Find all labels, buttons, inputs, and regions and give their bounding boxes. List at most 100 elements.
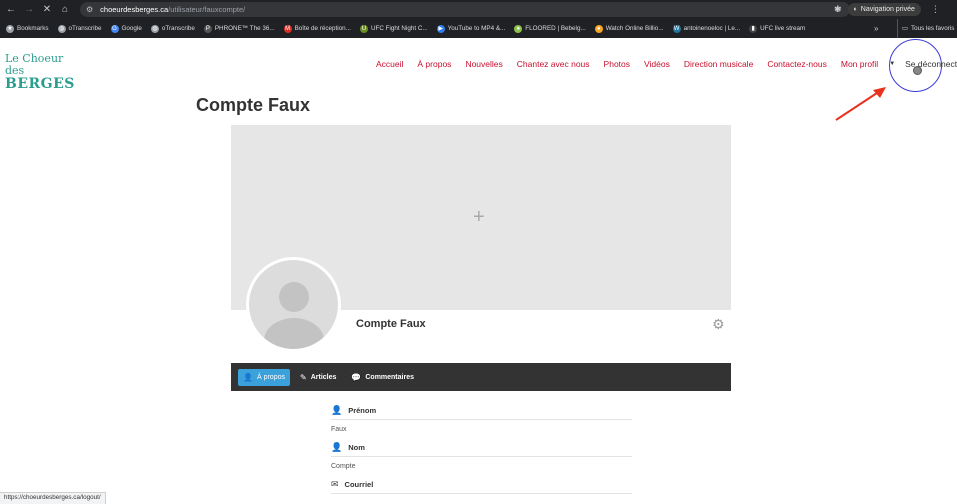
watch-icon: ●	[594, 24, 603, 33]
bookmark-item[interactable]: ▮ UFC live stream	[749, 24, 806, 33]
profile-tabs: 👤 À propos ✎ Articles 💬 Commentaires	[231, 363, 731, 391]
field-value: Compte	[331, 463, 356, 470]
add-cover-icon[interactable]: +	[473, 207, 485, 227]
nav-accueil[interactable]: Accueil	[376, 59, 403, 69]
page-title: Compte Faux	[196, 95, 311, 115]
phrone-icon: P	[203, 24, 212, 33]
bookmarks-list: ★ Bookmarks ◍ oTranscribe G Google ◍ oTranscrib…	[6, 24, 814, 33]
tab-label: Articles	[310, 373, 337, 381]
bookmark-item[interactable]: Wantoinenoeloc | Le...	[672, 24, 741, 33]
tab-a-propos[interactable]: 👤 À propos	[238, 368, 290, 386]
comment-icon: 💬	[351, 372, 362, 382]
bookmark-label: UFC live stream	[760, 25, 806, 32]
nav-videos[interactable]: Vidéos	[644, 59, 670, 69]
bookmark-item[interactable]: ★ Bookmarks	[6, 24, 49, 33]
bookmark-item[interactable]: ▶ YouTube to MP4 &...	[436, 24, 505, 33]
bookmark-label: FLOORED | Bebelg...	[525, 25, 586, 32]
address-row: ← → ✕ ⌂ ⚙ choeurdesberges.ca/utilisateur…	[0, 0, 957, 19]
logo-line1: Le Choeur des	[5, 52, 64, 77]
home-icon[interactable]: ⌂	[56, 0, 74, 19]
bookmark-label: Watch Online Billio...	[605, 25, 664, 32]
blog-icon: W	[672, 24, 681, 33]
youtube-icon: ▶	[436, 24, 445, 33]
field-label: Courriel	[344, 480, 374, 489]
nav-a-propos[interactable]: À propos	[417, 59, 451, 69]
bookmark-label: antoinenoeloc | Le...	[683, 25, 741, 32]
star-icon: ★	[6, 24, 14, 33]
bookmark-item[interactable]: ● Watch Online Billio...	[594, 24, 664, 33]
private-mode-badge[interactable]: ◐ Navigation privée	[847, 3, 921, 16]
field-prenom: 👤 Prénom Faux	[331, 400, 632, 437]
toolbar-right: ✱ ◐ Navigation privée ⋮	[834, 0, 940, 19]
site-logo[interactable]: Le Choeur des BERGES	[5, 52, 74, 92]
site-settings-icon[interactable]: ⚙	[86, 5, 93, 14]
globe-icon: ◍	[150, 24, 159, 33]
all-bookmarks-label: Tous les favoris	[910, 25, 955, 32]
tab-articles[interactable]: ✎ Articles	[295, 369, 341, 386]
nav-nouvelles[interactable]: Nouvelles	[465, 59, 502, 69]
bookmark-item[interactable]: P PHRONE™ The 36...	[203, 24, 275, 33]
field-label: Nom	[348, 443, 365, 452]
profile-name: Compte Faux	[356, 318, 426, 330]
tab-label: Commentaires	[365, 373, 414, 381]
bookmark-label: Bookmarks	[17, 25, 49, 32]
tab-label: À propos	[256, 373, 285, 381]
bookmark-item[interactable]: M Boîte de réception...	[283, 24, 351, 33]
status-bar-url: https://choeurdesberges.ca/logout/	[0, 492, 106, 504]
avatar[interactable]	[246, 257, 341, 352]
stop-loading-icon[interactable]: ✕	[38, 0, 56, 19]
envelope-icon: ✉	[331, 479, 339, 489]
nav-mon-profil[interactable]: Mon profil	[841, 59, 878, 69]
menu-icon[interactable]: ⋮	[931, 4, 940, 15]
url-path: /utilisateur/fauxcompte/	[168, 5, 246, 14]
ufc-icon: U	[359, 24, 368, 33]
gear-icon[interactable]: ⚙	[712, 317, 725, 331]
nav-chantez-avec-nous[interactable]: Chantez avec nous	[517, 59, 590, 69]
incognito-icon: ◐	[853, 6, 858, 13]
bookmarks-overflow-icon[interactable]: »	[874, 19, 878, 38]
profile-fields: 👤 Prénom Faux 👤 Nom Compte ✉ Courriel	[331, 400, 632, 504]
field-value: Faux	[331, 426, 347, 433]
user-icon: 👤	[331, 405, 343, 415]
address-bar[interactable]: ⚙ choeurdesberges.ca/utilisateur/fauxcom…	[80, 2, 850, 17]
nav-contactez-nous[interactable]: Contactez-nous	[767, 59, 827, 69]
bookmark-item[interactable]: G Google	[110, 24, 142, 33]
default-avatar-icon	[249, 260, 338, 349]
bookmark-item[interactable]: ◍ oTranscribe	[150, 24, 195, 33]
url-host: choeurdesberges.ca	[100, 5, 169, 14]
bookmark-item[interactable]: U UFC Fight Night C...	[359, 24, 428, 33]
bookmark-label: Boîte de réception...	[294, 25, 351, 32]
nav-photos[interactable]: Photos	[604, 59, 630, 69]
forward-icon[interactable]: →	[20, 0, 38, 19]
pencil-icon: ✎	[300, 372, 307, 382]
tab-commentaires[interactable]: 💬 Commentaires	[346, 369, 419, 386]
nav-direction-musicale[interactable]: Direction musicale	[684, 59, 753, 69]
gmail-icon: M	[283, 24, 292, 33]
bookmark-item[interactable]: ◍ oTranscribe	[57, 24, 102, 33]
main-nav: Accueil À propos Nouvelles Chantez avec …	[376, 58, 957, 70]
user-icon: 👤	[243, 372, 253, 382]
annotation-arrow	[835, 87, 886, 121]
bookmark-label: oTranscribe	[161, 25, 195, 32]
back-icon[interactable]: ←	[2, 0, 20, 19]
browser-chrome: ← → ✕ ⌂ ⚙ choeurdesberges.ca/utilisateur…	[0, 0, 957, 38]
extensions-icon[interactable]: ✱	[834, 4, 842, 15]
bookmarks-bar: ★ Bookmarks ◍ oTranscribe G Google ◍ oTranscrib…	[0, 19, 957, 38]
bookmark-label: Google	[121, 25, 142, 32]
url-text: choeurdesberges.ca/utilisateur/fauxcompt…	[100, 5, 245, 14]
bookmark-label: UFC Fight Night C...	[370, 25, 428, 32]
folder-icon: ▭	[902, 25, 908, 32]
mouse-cursor	[913, 66, 922, 75]
field-courriel: ✉ Courriel	[331, 474, 632, 504]
stream-icon: ▮	[749, 24, 758, 33]
globe-icon: ◍	[57, 24, 66, 33]
field-nom: 👤 Nom Compte	[331, 437, 632, 474]
private-mode-label: Navigation privée	[860, 6, 915, 13]
floored-icon: ●	[514, 24, 523, 33]
user-icon: 👤	[331, 442, 343, 452]
all-bookmarks-button[interactable]: ▭ Tous les favoris	[897, 19, 954, 38]
field-label: Prénom	[348, 406, 377, 415]
google-icon: G	[110, 24, 119, 33]
logo-line2: BERGES	[5, 76, 75, 92]
bookmark-item[interactable]: ● FLOORED | Bebelg...	[514, 24, 586, 33]
